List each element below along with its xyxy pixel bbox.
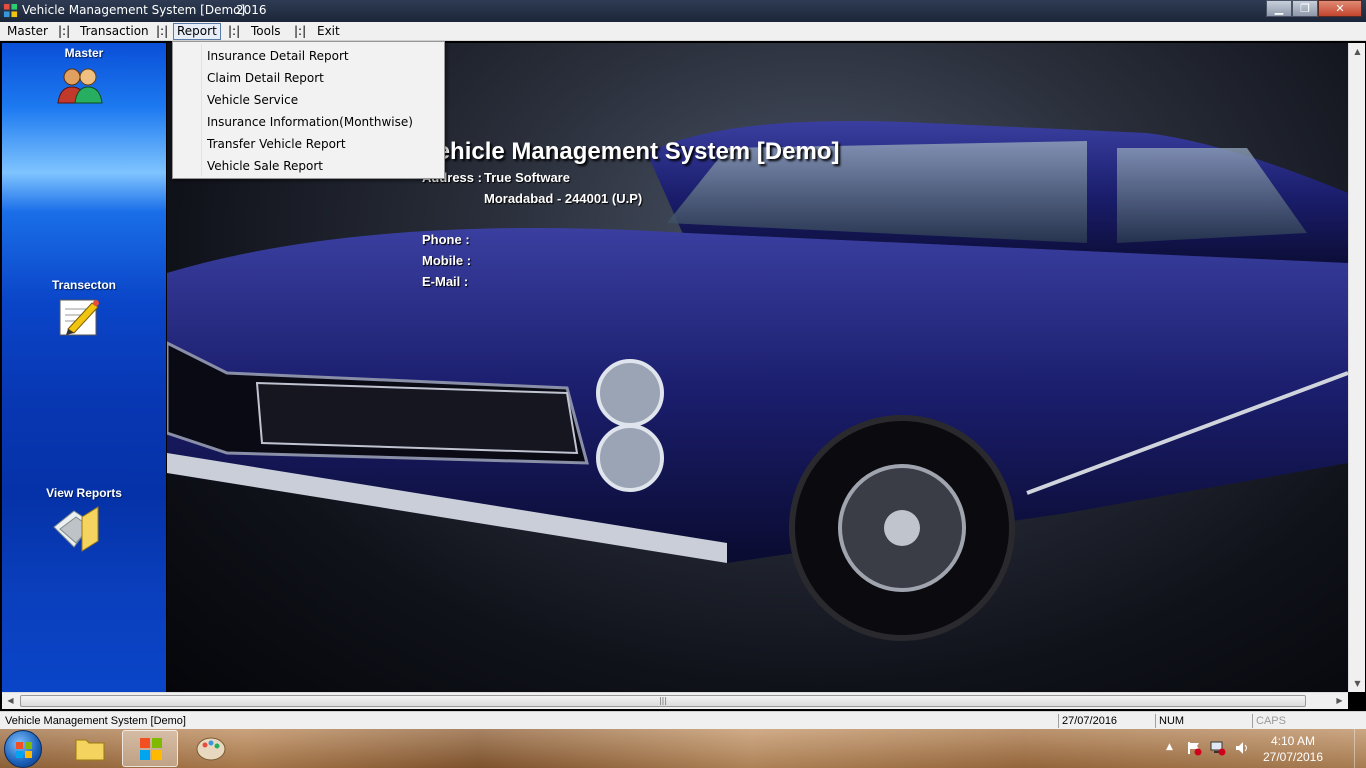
address-line-1: True Software — [484, 170, 570, 185]
scroll-right-arrow-icon[interactable]: ▶ — [1331, 693, 1348, 709]
paint-palette-icon — [196, 737, 226, 761]
email-label: E-Mail : — [422, 274, 469, 289]
vertical-scroll-thumb[interactable] — [1351, 63, 1364, 703]
window-title: Vehicle Management System [Demo] — [22, 3, 246, 17]
window-controls: ▁ ❐ ✕ — [1266, 0, 1362, 18]
menu-separator: |:| — [156, 24, 169, 38]
sidebar-panel: Master Transecton View Reports — [2, 43, 166, 692]
mobile-label: Mobile : — [422, 253, 472, 268]
main-title: Vehicle Management System [Demo] — [422, 138, 840, 165]
close-button[interactable]: ✕ — [1318, 0, 1362, 17]
address-line-2: Moradabad - 244001 (U.P) — [484, 191, 643, 206]
window-year: 2016 — [236, 3, 267, 17]
vertical-scrollbar[interactable]: ▲ ▼ — [1348, 43, 1365, 692]
menu-item-vehicle-sale-report[interactable]: Vehicle Sale Report — [207, 155, 323, 177]
minimize-button[interactable]: ▁ — [1266, 0, 1292, 17]
menu-master[interactable]: Master — [4, 23, 51, 40]
title-bar: Vehicle Management System [Demo] 2016 ▁ … — [0, 0, 1366, 22]
sidebar-item-view-reports-label[interactable]: View Reports — [2, 486, 166, 500]
sidebar-item-master-label[interactable]: Master — [2, 46, 166, 60]
edit-document-icon[interactable] — [58, 297, 102, 337]
status-app-name: Vehicle Management System [Demo] — [5, 715, 186, 727]
app-icon — [140, 738, 162, 760]
taskbar-vehicle-app-button[interactable] — [122, 730, 178, 767]
tray-clock[interactable]: 4:10 AM 27/07/2016 — [1258, 733, 1328, 765]
tray-time: 4:10 AM — [1270, 734, 1316, 748]
scroll-down-arrow-icon[interactable]: ▼ — [1349, 675, 1366, 692]
status-caps: CAPS — [1252, 714, 1347, 728]
menu-item-transfer-vehicle-report[interactable]: Transfer Vehicle Report — [207, 133, 346, 155]
menu-item-vehicle-service[interactable]: Vehicle Service — [207, 89, 298, 111]
volume-icon[interactable] — [1234, 740, 1250, 756]
horizontal-scrollbar[interactable]: ◀ ||| ▶ — [2, 692, 1348, 709]
menu-separator: |:| — [58, 24, 71, 38]
windows-logo-icon — [16, 742, 32, 758]
maximize-button[interactable]: ❐ — [1292, 0, 1318, 17]
show-hidden-icons-icon[interactable]: ▲ — [1166, 742, 1173, 752]
app-icon — [3, 3, 18, 18]
taskbar-paint-button[interactable] — [183, 730, 239, 767]
menu-gutter — [201, 44, 202, 176]
show-desktop-button[interactable] — [1354, 729, 1366, 768]
status-date: 27/07/2016 — [1058, 714, 1153, 728]
tray-date: 27/07/2016 — [1262, 750, 1324, 764]
menu-transaction[interactable]: Transaction — [77, 23, 152, 40]
horizontal-scroll-thumb[interactable]: ||| — [20, 695, 1306, 707]
menu-exit[interactable]: Exit — [314, 23, 343, 40]
scroll-up-arrow-icon[interactable]: ▲ — [1349, 43, 1366, 60]
taskbar: ▲ 4:10 AM 27/07/2016 — [0, 729, 1366, 768]
users-icon[interactable] — [55, 65, 105, 105]
folder-icon — [75, 739, 105, 761]
system-tray: ▲ 4:10 AM 27/07/2016 — [1166, 729, 1366, 768]
network-icon[interactable] — [1210, 740, 1226, 756]
status-bar: Vehicle Management System [Demo] 27/07/2… — [0, 711, 1366, 729]
taskbar-explorer-button[interactable] — [62, 730, 118, 767]
menu-separator: |:| — [294, 24, 307, 38]
scroll-left-arrow-icon[interactable]: ◀ — [2, 693, 19, 709]
status-num: NUM — [1155, 714, 1250, 728]
menu-separator: |:| — [228, 24, 241, 38]
flag-alert-icon[interactable] — [1186, 740, 1202, 756]
phone-label: Phone : — [422, 232, 470, 247]
menu-item-claim-detail-report[interactable]: Claim Detail Report — [207, 67, 324, 89]
menu-item-insurance-information[interactable]: Insurance Information(Monthwise) — [207, 111, 413, 133]
start-button[interactable] — [4, 730, 42, 768]
menu-bar: Master |:| Transaction |:| Report |:| To… — [0, 22, 1366, 41]
menu-item-insurance-detail-report[interactable]: Insurance Detail Report — [207, 45, 349, 67]
report-dropdown-menu: Insurance Detail Report Claim Detail Rep… — [172, 41, 445, 179]
sidebar-item-transecton-label[interactable]: Transecton — [2, 278, 166, 292]
reports-folder-icon[interactable] — [52, 503, 102, 553]
menu-report[interactable]: Report — [173, 23, 221, 40]
menu-tools[interactable]: Tools — [248, 23, 284, 40]
